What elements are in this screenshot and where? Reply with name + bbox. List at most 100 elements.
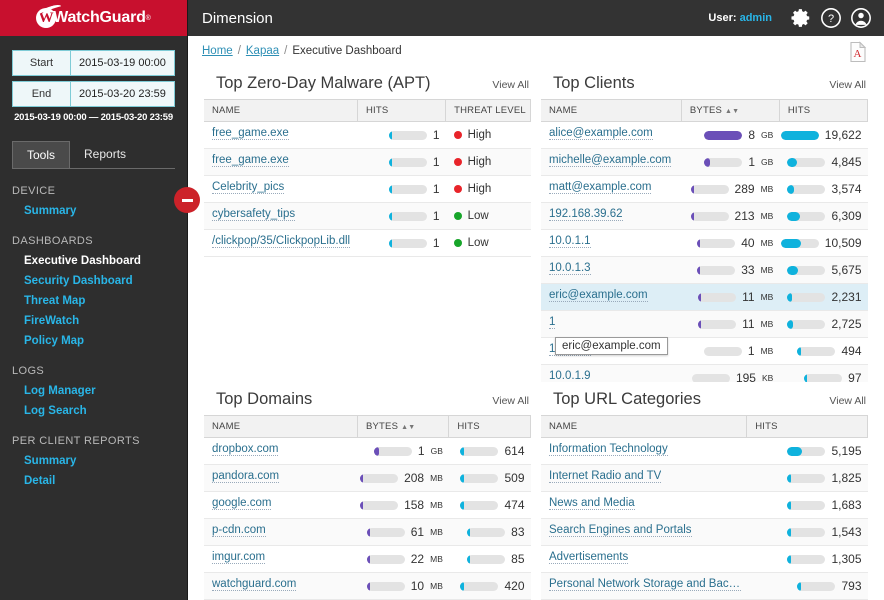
row-name-link[interactable]: alice@example.com (549, 127, 653, 140)
start-date-row[interactable]: Start 2015-03-19 00:00 (12, 50, 175, 76)
col-hits[interactable]: HITS (449, 416, 531, 438)
table-row[interactable]: matt@example.com289MB3,574 (541, 176, 868, 203)
view-all-clients[interactable]: View All (829, 79, 866, 91)
table-row[interactable]: /clickpop/35/ClickpopLib.dll1Low (204, 230, 531, 257)
row-name-link[interactable]: Information Technology (549, 443, 668, 456)
row-name-link[interactable]: matt@example.com (549, 181, 651, 194)
table-row[interactable]: 192.168.39.62213MB6,309 (541, 203, 868, 230)
table-row[interactable]: michelle@example.com1GB4,845 (541, 149, 868, 176)
progress-bar (389, 185, 427, 194)
view-all-malware[interactable]: View All (492, 79, 529, 91)
gear-icon[interactable] (790, 7, 812, 29)
sidebar-item-threat-map[interactable]: Threat Map (12, 291, 187, 311)
row-name-link[interactable]: michelle@example.com (549, 154, 671, 167)
progress-bar-fill (467, 528, 470, 537)
col-hits[interactable]: HITS (779, 100, 867, 122)
metric-value: 22 (411, 552, 424, 566)
col-bytes[interactable]: BYTES▲▼ (681, 100, 779, 122)
col-hits[interactable]: HITS (747, 416, 868, 438)
metric-unit: MB (761, 319, 774, 329)
row-name-link[interactable]: 10.0.1.9 (549, 370, 591, 382)
row-name-link[interactable]: google.com (212, 497, 271, 510)
sidebar-item-detail[interactable]: Detail (12, 471, 187, 491)
sidebar-item-security-dashboard[interactable]: Security Dashboard (12, 271, 187, 291)
table-row[interactable]: free_game.exe1High (204, 122, 531, 149)
row-name-link[interactable]: 10.0.1.3 (549, 262, 591, 275)
row-name-link[interactable]: Search Engines and Portals (549, 524, 692, 537)
panel-top-domains: Top Domains View All NAME BYTES▲▼ HITS d… (204, 382, 531, 600)
col-threat-level[interactable]: THREAT LEVEL (446, 100, 531, 122)
col-hits[interactable]: HITS (357, 100, 445, 122)
view-all-domains[interactable]: View All (492, 395, 529, 407)
row-name-link[interactable]: Personal Network Storage and Backup (549, 578, 741, 591)
row-name-link[interactable]: dropbox.com (212, 443, 278, 456)
table-row[interactable]: p-cdn.com61MB83 (204, 519, 531, 546)
sidebar-item-summary[interactable]: Summary (12, 201, 187, 221)
row-name-link[interactable]: p-cdn.com (212, 524, 266, 537)
breadcrumb-separator: / (238, 45, 241, 57)
table-row[interactable]: Information Technology5,195 (541, 438, 868, 465)
table-row[interactable]: imgur.com22MB85 (204, 546, 531, 573)
table-row[interactable]: News and Media1,683 (541, 492, 868, 519)
sidebar-item-log-search[interactable]: Log Search (12, 401, 187, 421)
col-name[interactable]: NAME (541, 416, 747, 438)
table-row[interactable]: free_game.exe1High (204, 149, 531, 176)
row-name-link[interactable]: 192.168.39.62 (549, 208, 623, 221)
end-date-input[interactable]: 2015-03-20 23:59 (71, 82, 174, 106)
row-name-link[interactable]: 1 (549, 316, 555, 329)
row-name-link[interactable]: News and Media (549, 497, 635, 510)
pdf-export-icon[interactable]: A (848, 41, 868, 68)
table-row[interactable]: Personal Network Storage and Backup793 (541, 573, 868, 600)
view-all-url-categories[interactable]: View All (829, 395, 866, 407)
sidebar-item-firewatch[interactable]: FireWatch (12, 311, 187, 331)
svg-text:?: ? (828, 13, 834, 25)
row-name-link[interactable]: Internet Radio and TV (549, 470, 661, 483)
col-bytes[interactable]: BYTES▲▼ (357, 416, 448, 438)
account-icon[interactable] (850, 7, 872, 29)
sidebar-item-summary[interactable]: Summary (12, 451, 187, 471)
help-icon[interactable]: ? (820, 7, 842, 29)
row-name-link[interactable]: free_game.exe (212, 154, 289, 167)
table-row[interactable]: pandora.com208MB509 (204, 465, 531, 492)
table-row[interactable]: Internet Radio and TV1,825 (541, 465, 868, 492)
col-name[interactable]: NAME (204, 100, 357, 122)
col-name[interactable]: NAME (204, 416, 357, 438)
end-date-row[interactable]: End 2015-03-20 23:59 (12, 81, 175, 107)
table-row[interactable]: google.com158MB474 (204, 492, 531, 519)
row-name-link[interactable]: imgur.com (212, 551, 265, 564)
table-row[interactable]: dropbox.com1GB614 (204, 438, 531, 465)
table-row[interactable]: alice@example.com8GB19,622 (541, 122, 868, 149)
row-name-link[interactable]: watchguard.com (212, 578, 296, 591)
table-row[interactable]: eric@example.com11MB2,231 (541, 284, 868, 311)
table-row[interactable]: watchguard.com10MB420 (204, 573, 531, 600)
table-row[interactable]: cybersafety_tips1Low (204, 203, 531, 230)
table-row[interactable]: 10.0.1.9195KB97 (541, 365, 868, 383)
sidebar-item-executive-dashboard[interactable]: Executive Dashboard (12, 251, 187, 271)
nav-group-per-client-reports: PER CLIENT REPORTS (12, 435, 187, 447)
table-row[interactable]: 10.0.1.333MB5,675 (541, 257, 868, 284)
tab-reports[interactable]: Reports (70, 141, 140, 168)
row-name-link[interactable]: 10.0.1.1 (549, 235, 591, 248)
col-name[interactable]: NAME (541, 100, 681, 122)
tab-tools[interactable]: Tools (12, 141, 70, 168)
progress-bar-fill (367, 582, 370, 591)
table-row[interactable]: 10.0.1.140MB10,509 (541, 230, 868, 257)
row-name-link[interactable]: free_game.exe (212, 127, 289, 140)
row-name-link[interactable]: Advertisements (549, 551, 628, 564)
row-name-link[interactable]: /clickpop/35/ClickpopLib.dll (212, 235, 350, 248)
sidebar-item-log-manager[interactable]: Log Manager (12, 381, 187, 401)
progress-bar (467, 528, 505, 537)
table-row[interactable]: Celebrity_pics1High (204, 176, 531, 203)
sidebar-item-policy-map[interactable]: Policy Map (12, 331, 187, 351)
start-date-input[interactable]: 2015-03-19 00:00 (71, 51, 174, 75)
table-row[interactable]: 111MB2,725 (541, 311, 868, 338)
row-name-link[interactable]: cybersafety_tips (212, 208, 295, 221)
row-name-link[interactable]: eric@example.com (549, 289, 648, 302)
table-row[interactable]: Search Engines and Portals1,543 (541, 519, 868, 546)
row-name-link[interactable]: pandora.com (212, 470, 279, 483)
breadcrumb-item-home[interactable]: Home (202, 45, 233, 57)
table-row[interactable]: Advertisements1,305 (541, 546, 868, 573)
breadcrumb-item-kapaa[interactable]: Kapaa (246, 45, 279, 57)
row-name-link[interactable]: Celebrity_pics (212, 181, 284, 194)
sidebar-collapse-button[interactable] (174, 187, 200, 213)
